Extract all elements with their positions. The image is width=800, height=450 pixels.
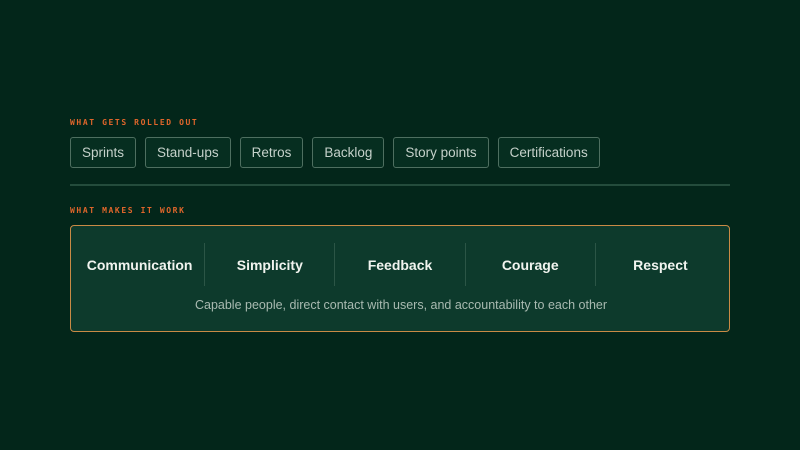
section-divider: [70, 184, 730, 186]
chip-certifications: Certifications: [497, 137, 600, 168]
rolled-out-section-label: WHAT GETS ROLLED OUT: [70, 118, 199, 127]
makes-it-work-section-label: WHAT MAKES IT WORK: [70, 206, 186, 215]
value-simplicity: Simplicity: [204, 243, 334, 286]
value-communication: Communication: [86, 256, 193, 273]
values-caption: Capable people, direct contact with user…: [194, 298, 608, 312]
value-respect: Respect: [594, 243, 725, 286]
chip-stand-ups: Stand-ups: [145, 137, 231, 168]
rolled-out-chip-list: Sprints Stand-ups Retros Backlog Story p…: [70, 137, 600, 168]
values-card: Communication Simplicity Feedback Courag…: [70, 225, 730, 332]
value-courage: Courage: [464, 243, 595, 286]
value-feedback: Feedback: [334, 243, 464, 286]
chip-retros: Retros: [239, 137, 304, 168]
chip-backlog: Backlog: [312, 137, 385, 168]
chip-story-points: Story points: [393, 137, 489, 168]
chip-sprints: Sprints: [70, 137, 137, 168]
values-row: Communication Simplicity Feedback Courag…: [75, 243, 725, 286]
